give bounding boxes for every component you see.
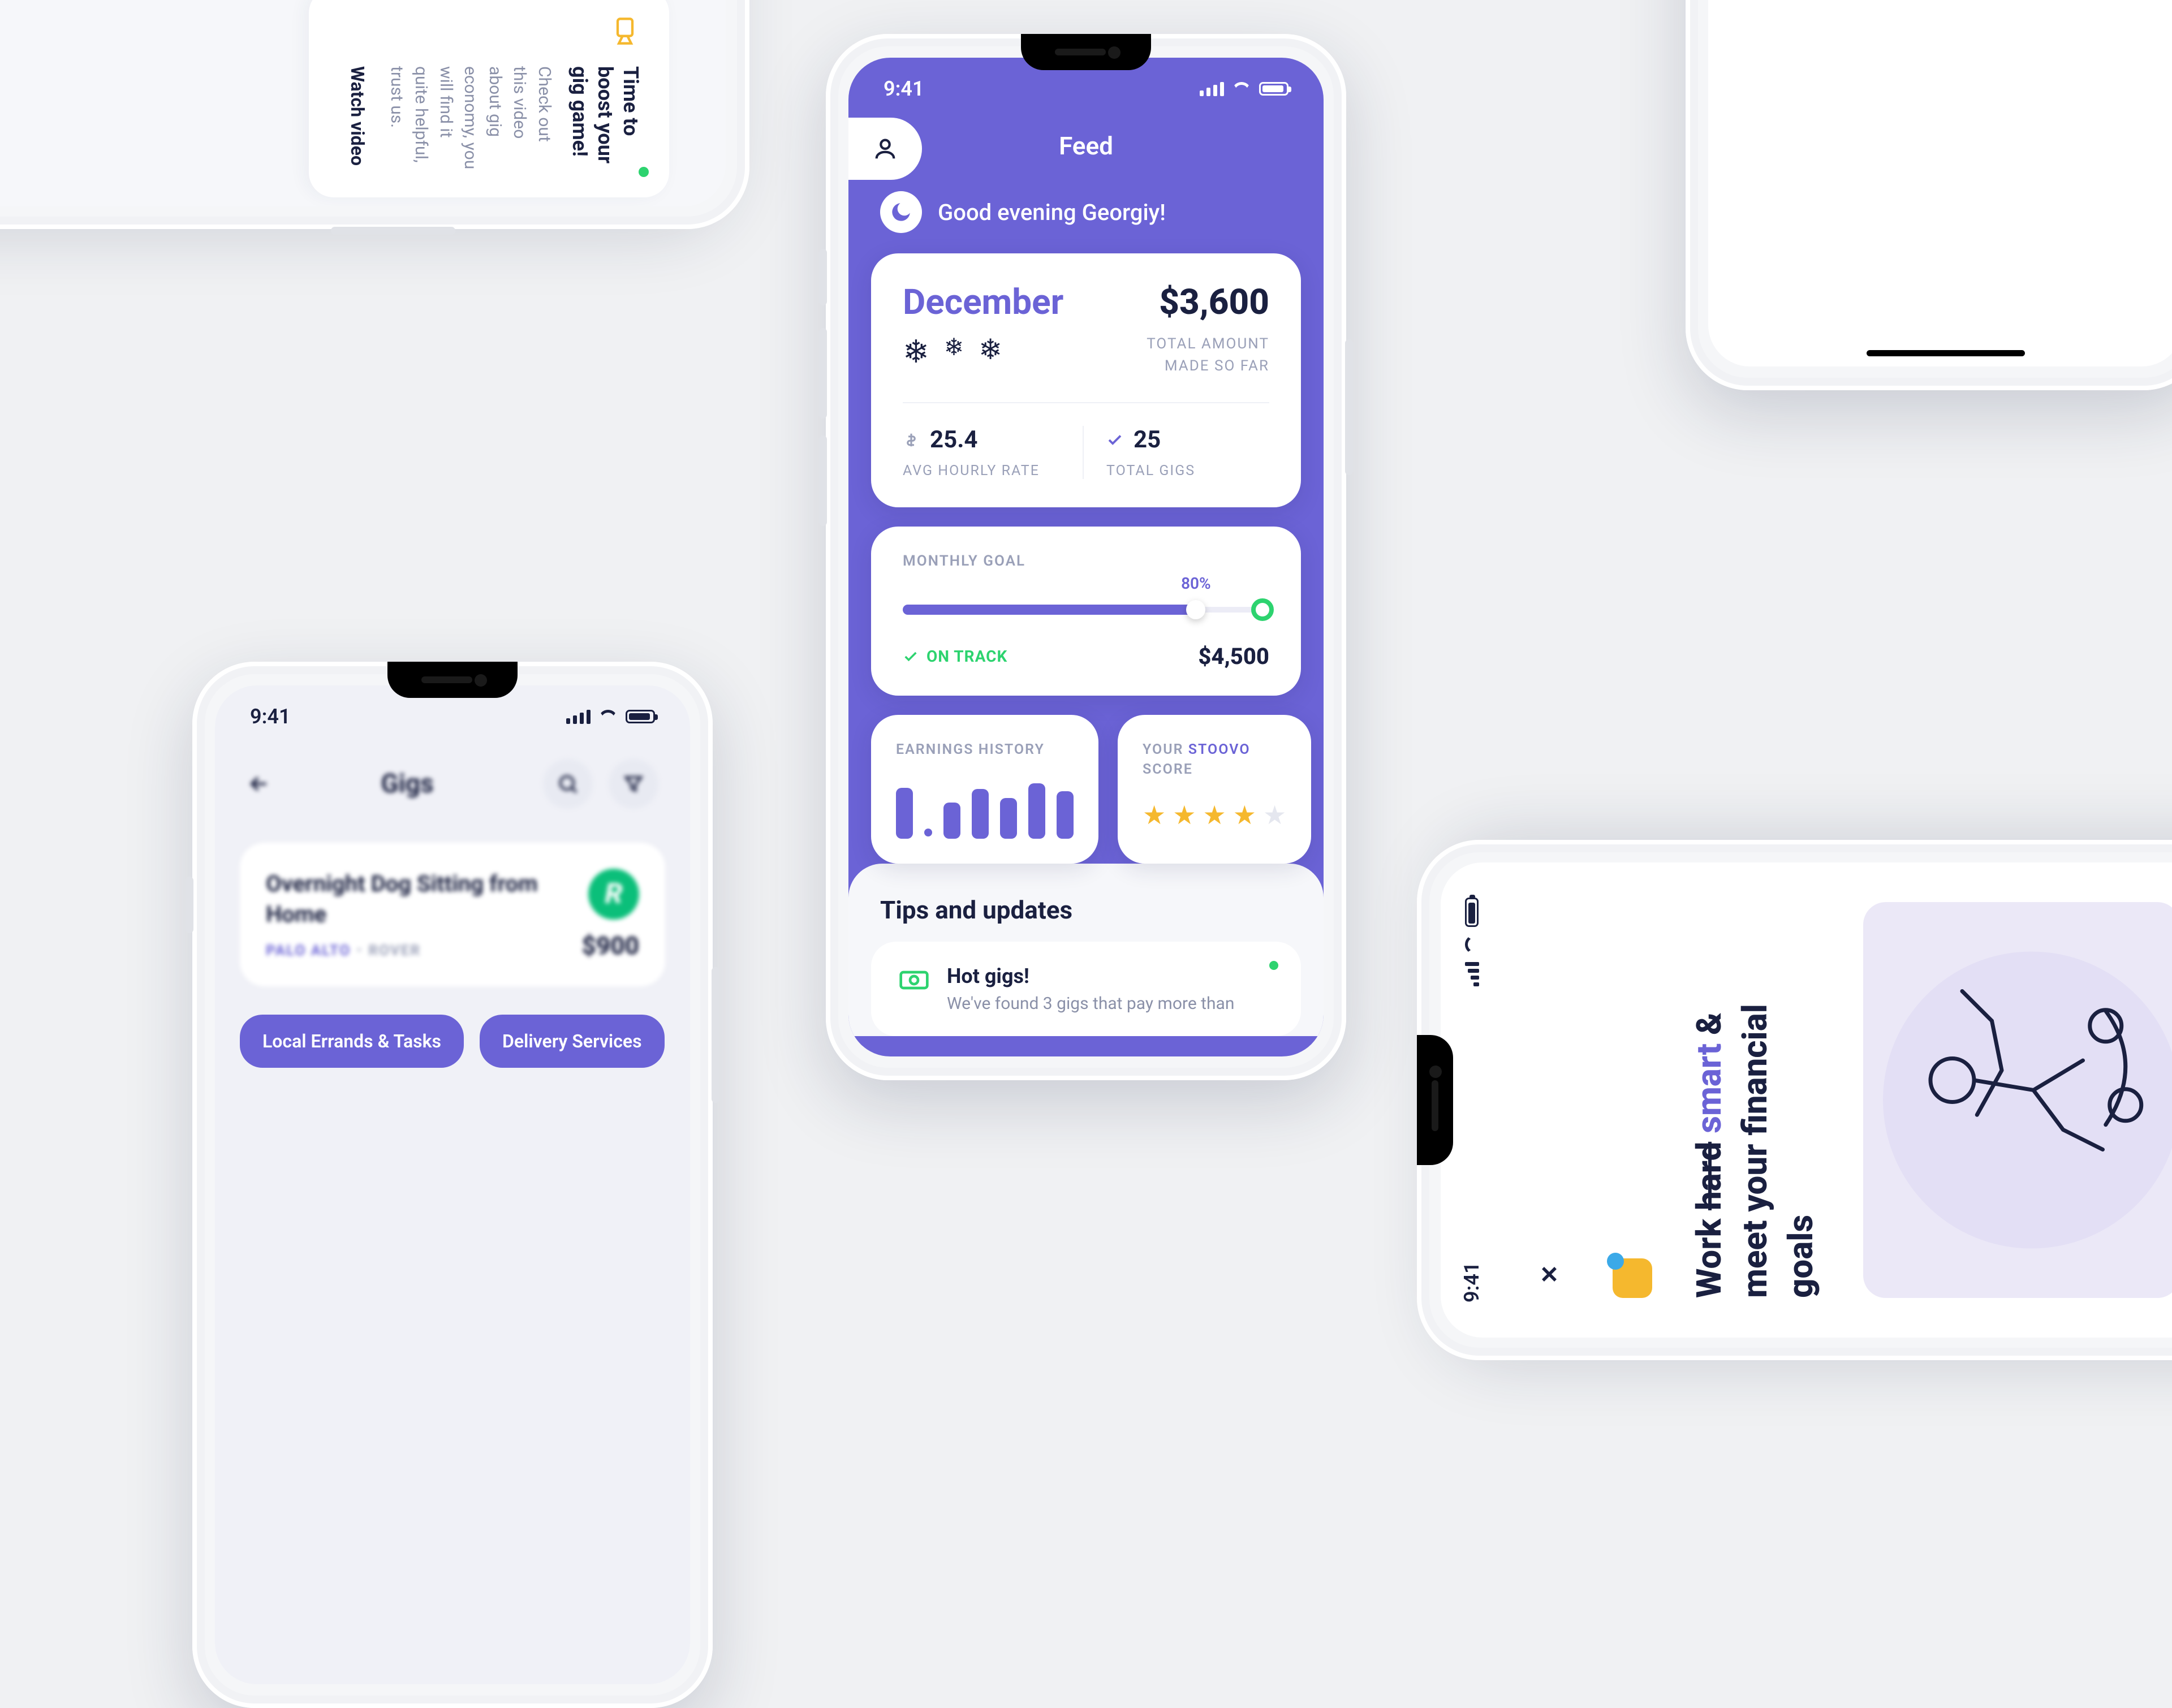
filter-chip[interactable]: Local Errands & Tasks <box>240 1015 464 1068</box>
tip-text: Check out this video about gig economy, … <box>385 66 557 172</box>
status-bar: 9:41 <box>1460 862 1484 1338</box>
phone-tips: Maximize your earnings Here is a tip. We… <box>0 0 749 229</box>
filter-chips: Local Errands & Tasks Delivery Services <box>215 998 690 1085</box>
phone-feed: 9:41 Feed Good evening Georgiy! <box>826 34 1346 1080</box>
summary-card[interactable]: December ❄❄❄ $3,600 TOTAL AMOUNTMADE SO … <box>871 253 1301 507</box>
status-time: 9:41 <box>1460 1262 1484 1302</box>
signal-icon <box>566 710 591 724</box>
hot-gigs-card[interactable]: Hot gigs! We've found 3 gigs that pay mo… <box>871 942 1301 1036</box>
battery-icon <box>626 710 655 723</box>
phone-gigs: 9:41 Gigs Overnight Dog Sitting <box>192 662 713 1708</box>
back-button[interactable] <box>247 771 272 796</box>
filter-button[interactable] <box>609 759 658 809</box>
status-bar: 9:41 <box>215 705 690 728</box>
phone-onboarding: 9:41 Work hard smart & meet your financi… <box>1417 840 2172 1360</box>
status-time: 9:41 <box>250 705 291 728</box>
gig-price: $900 <box>582 931 640 960</box>
status-bar: 9:41 <box>848 77 1324 101</box>
close-button[interactable] <box>1525 1250 1573 1298</box>
goal-thumb[interactable] <box>1186 600 1205 619</box>
greeting-text: Good evening Georgiy! <box>938 199 1166 226</box>
score-card[interactable]: YOUR STOOVOSCORE ★★★★★ <box>1118 715 1311 864</box>
score-stars: ★★★★★ <box>1143 800 1286 831</box>
check-icon <box>1106 432 1123 448</box>
total-gigs-value: 25 <box>1134 426 1161 454</box>
snowflake-icon: ❄❄❄ <box>903 333 1063 370</box>
earnings-bars <box>896 777 1074 839</box>
wifi-icon <box>1465 935 1479 954</box>
battery-icon <box>1465 898 1479 927</box>
tip-cta[interactable]: Watch video <box>347 66 369 172</box>
video-icon <box>607 13 643 49</box>
search-button[interactable] <box>543 759 593 809</box>
goal-status: ON TRACK <box>903 647 1007 666</box>
tip-title: Time to boost your gig game! <box>567 66 643 172</box>
total-amount: $3,600 <box>1147 282 1269 323</box>
hot-gigs-desc: We've found 3 gigs that pay more than <box>947 994 1234 1013</box>
earnings-history-title: EARNINGS HISTORY <box>896 740 1074 760</box>
wifi-icon <box>1232 82 1251 96</box>
tip-card[interactable]: Time to boost your gig game! Check out t… <box>309 0 670 197</box>
avg-hourly-label: AVG HOURLY RATE <box>903 463 1066 479</box>
gig-company-logo: R <box>588 869 639 920</box>
goal-end-marker <box>1251 598 1274 621</box>
goal-target: $4,500 <box>1198 643 1269 670</box>
summary-month: December <box>903 282 1063 323</box>
unread-dot <box>639 167 649 177</box>
signal-icon <box>1200 82 1224 96</box>
gig-title: Overnight Dog Sitting from Home <box>266 869 565 930</box>
moon-icon <box>880 191 922 233</box>
greeting-row: Good evening Georgiy! <box>848 176 1324 253</box>
cash-icon <box>898 964 930 996</box>
goal-percent: 80% <box>1181 574 1211 593</box>
unread-dot <box>1269 961 1278 970</box>
battery-icon <box>1259 82 1288 96</box>
filter-chip[interactable]: Delivery Services <box>480 1015 665 1068</box>
total-amount-label: TOTAL AMOUNTMADE SO FAR <box>1147 333 1269 377</box>
earnings-history-card[interactable]: EARNINGS HISTORY <box>871 715 1098 864</box>
profile-button[interactable] <box>848 118 922 180</box>
dollar-icon <box>903 432 920 448</box>
phone-stats: 10 TOTAL HOURS WORKED 13 GIGS COMPLETED … <box>1686 0 2172 390</box>
page-title: Gigs <box>381 769 433 799</box>
wifi-icon <box>598 710 618 723</box>
goal-card[interactable]: MONTHLY GOAL 80% ON TRACK $4,500 <box>871 527 1301 696</box>
status-time: 9:41 <box>884 77 924 101</box>
hot-gigs-title: Hot gigs! <box>947 964 1234 988</box>
avg-hourly-value: 25.4 <box>930 426 977 454</box>
gig-meta: PALO ALTO•ROVER <box>266 942 565 959</box>
tips-section-title: Tips and updates <box>848 868 1324 942</box>
total-gigs-label: TOTAL GIGS <box>1106 463 1269 479</box>
onboarding-headline: Work hard smart & meet your financial go… <box>1686 902 1824 1298</box>
gig-card[interactable]: Overnight Dog Sitting from Home PALO ALT… <box>240 843 665 986</box>
goal-progress[interactable]: 80% <box>903 601 1269 618</box>
app-logo <box>1613 1258 1652 1298</box>
goal-title: MONTHLY GOAL <box>903 553 1269 570</box>
score-title: YOUR STOOVOSCORE <box>1143 740 1286 779</box>
onboarding-illustration <box>1863 902 2172 1298</box>
signal-icon <box>1465 962 1479 986</box>
